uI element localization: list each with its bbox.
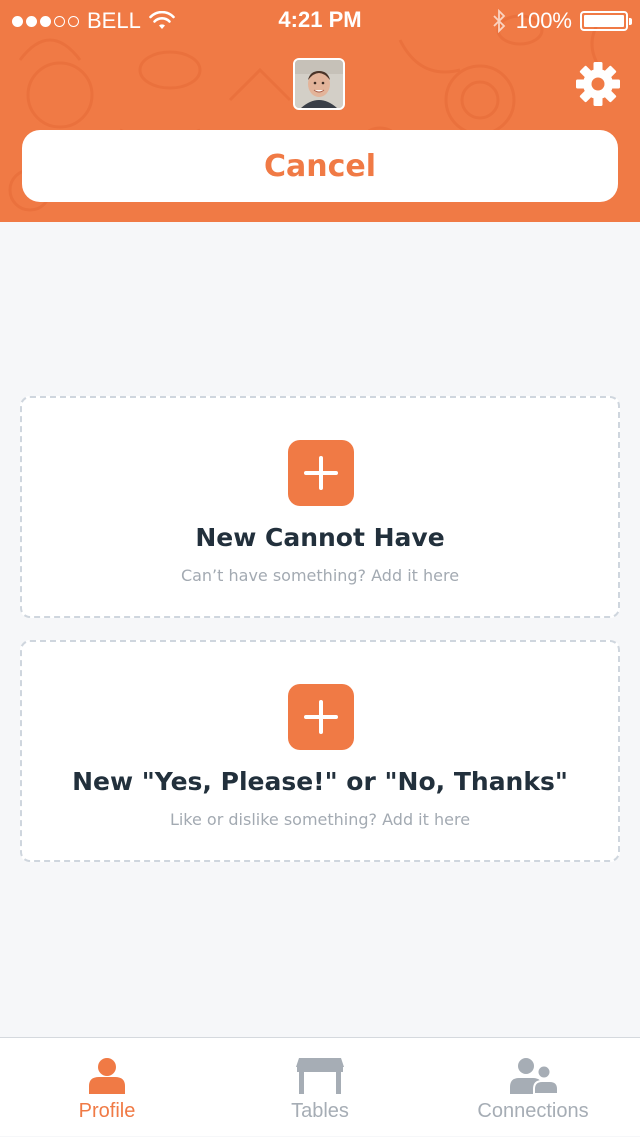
- tab-label: Tables: [291, 1100, 349, 1122]
- avatar[interactable]: [293, 58, 345, 110]
- tab-label: Profile: [78, 1100, 136, 1122]
- status-bar: BELL 4:21 PM 100%: [0, 0, 640, 40]
- battery-level: [584, 15, 624, 27]
- tab-bar: Profile Tables Connections: [0, 1037, 640, 1136]
- tab-connections[interactable]: Connections: [426, 1038, 640, 1137]
- person-icon: [89, 1058, 125, 1094]
- card-title: New "Yes, Please!" or "No, Thanks": [72, 767, 568, 796]
- battery-percent: 100%: [515, 8, 572, 33]
- gear-icon[interactable]: [575, 61, 621, 107]
- battery-icon: [580, 11, 632, 31]
- cancel-button[interactable]: Cancel: [22, 130, 618, 202]
- people-icon: [510, 1058, 558, 1094]
- tab-label: Connections: [477, 1100, 589, 1122]
- bluetooth-icon: [493, 9, 505, 33]
- plus-icon[interactable]: [288, 684, 354, 750]
- status-right: 100%: [492, 8, 632, 34]
- new-cannot-have-card[interactable]: New Cannot Have Can’t have something? Ad…: [20, 396, 620, 618]
- tab-profile[interactable]: Profile: [0, 1038, 214, 1137]
- tab-tables[interactable]: Tables: [213, 1038, 427, 1137]
- card-subtitle: Can’t have something? Add it here: [180, 566, 460, 585]
- plus-icon[interactable]: [288, 440, 354, 506]
- card-subtitle: Like or dislike something? Add it here: [169, 810, 471, 829]
- header: BELL 4:21 PM 100% Cancel: [0, 0, 640, 222]
- card-title: New Cannot Have: [195, 523, 445, 552]
- table-icon: [296, 1058, 344, 1094]
- user-photo-icon: [295, 60, 343, 108]
- new-preference-card[interactable]: New "Yes, Please!" or "No, Thanks" Like …: [20, 640, 620, 862]
